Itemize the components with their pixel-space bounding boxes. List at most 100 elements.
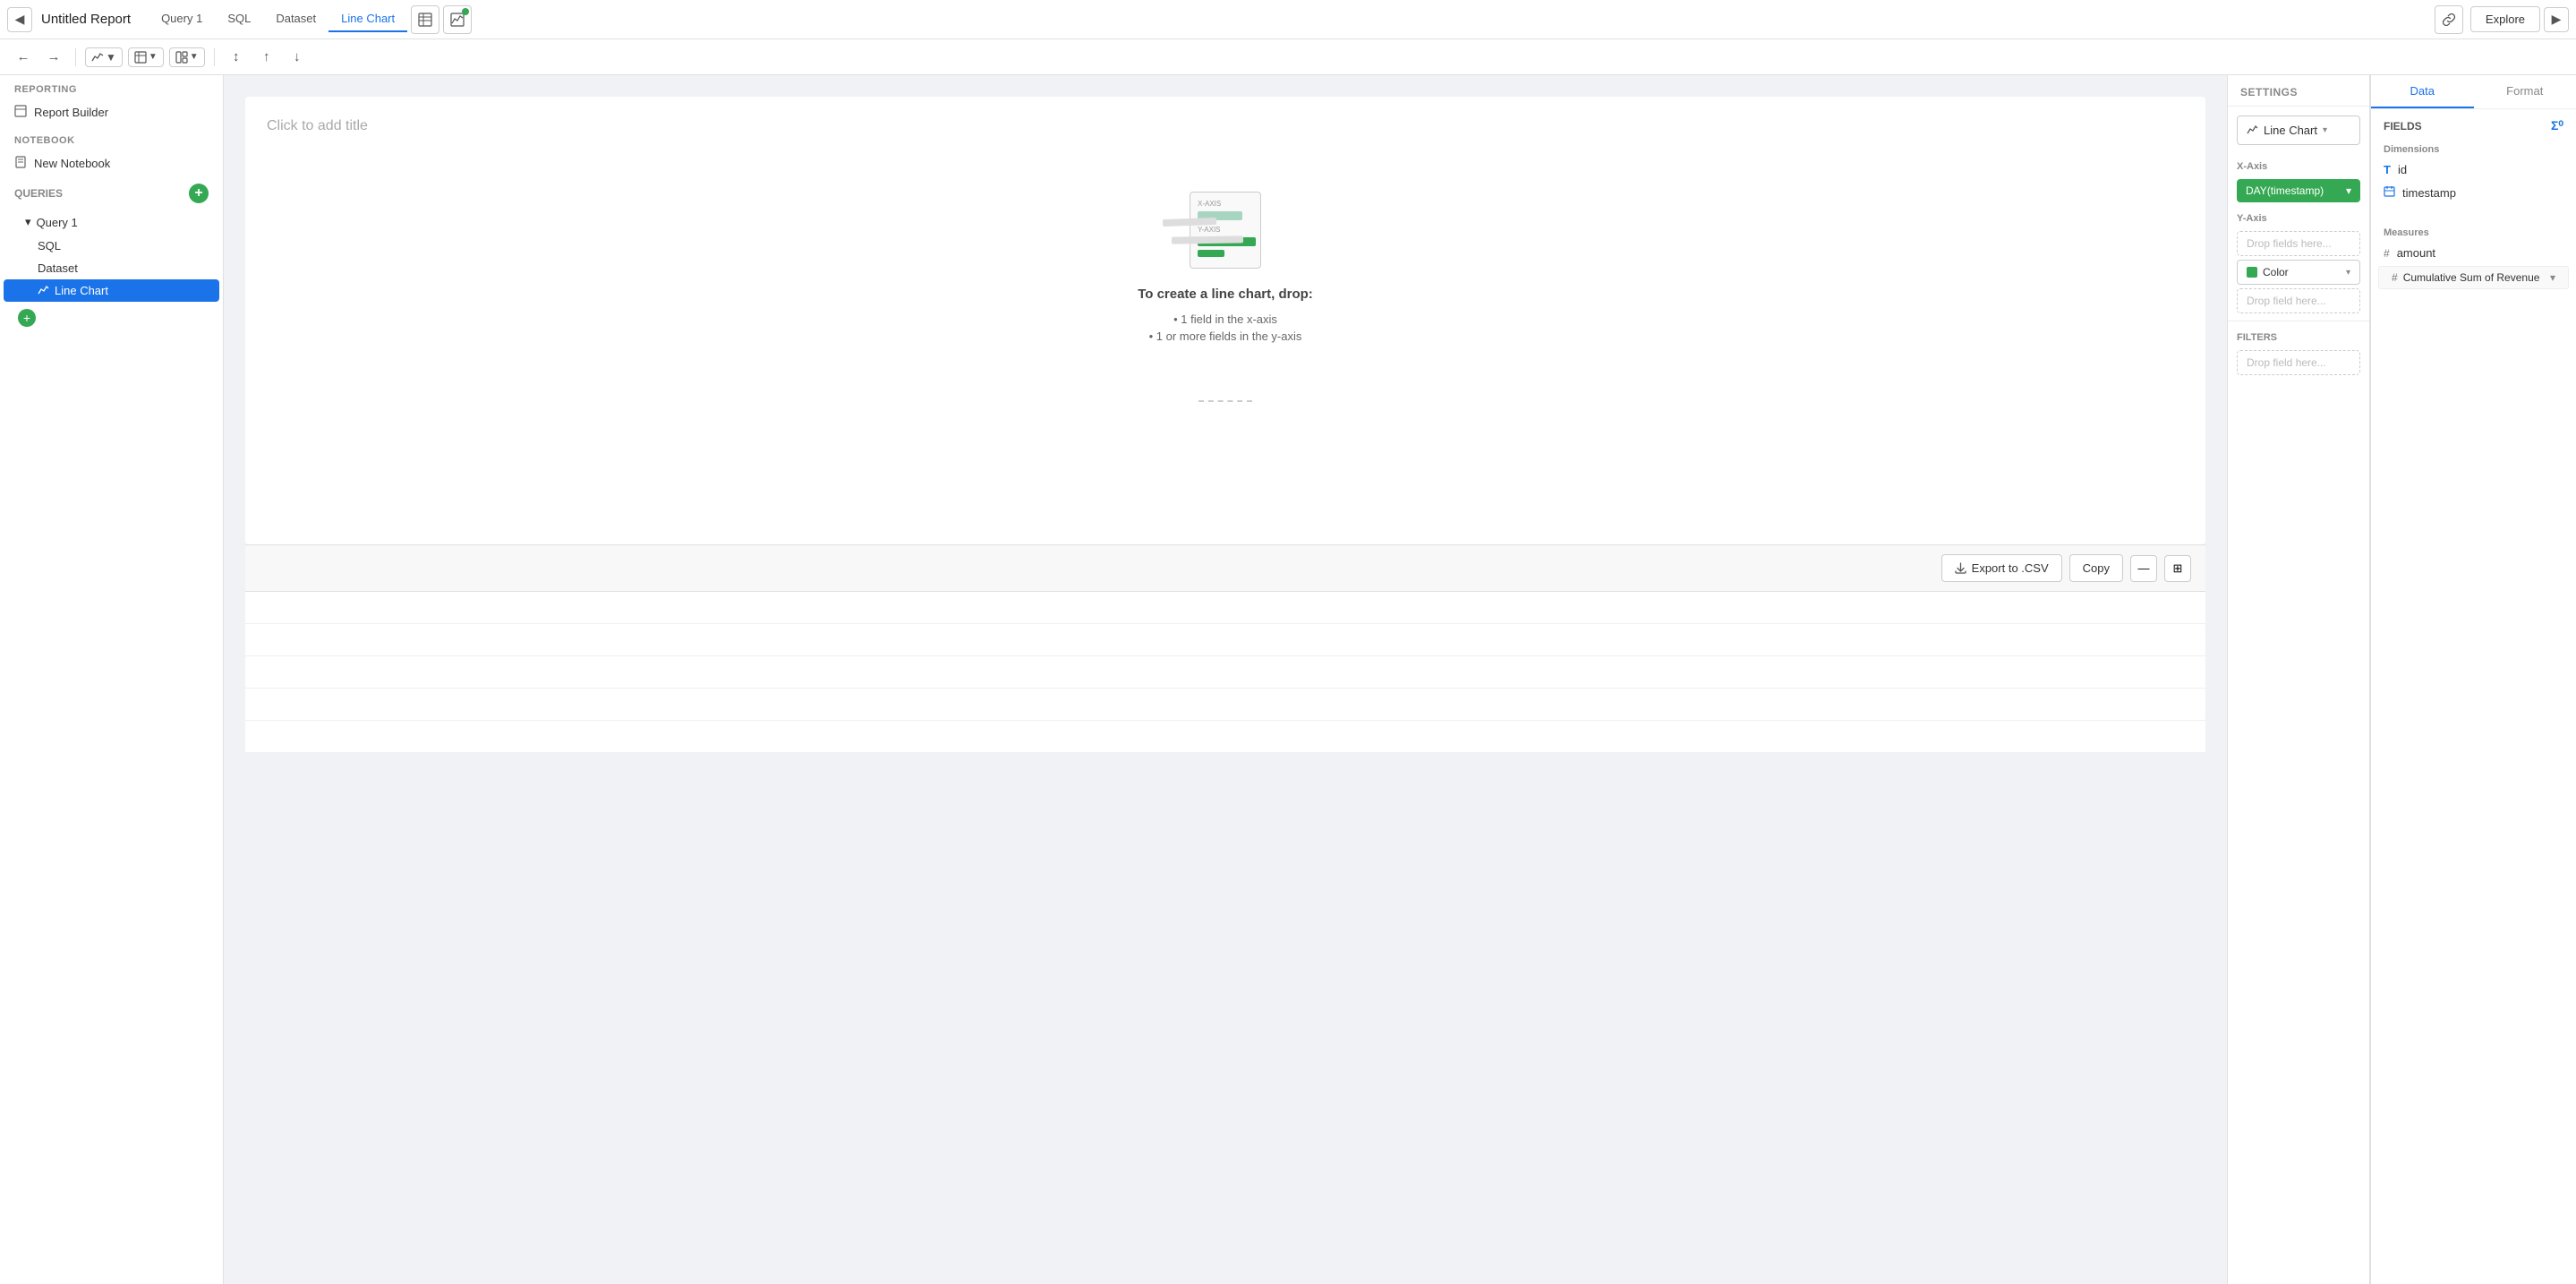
reporting-section-label: REPORTING [0, 75, 223, 98]
field-amount-label: amount [2397, 246, 2435, 260]
chart-instructions: To create a line chart, drop: • 1 field … [1138, 287, 1313, 347]
tab-sql[interactable]: SQL [215, 6, 263, 32]
minimize-button[interactable]: — [2130, 555, 2157, 582]
table-section [245, 591, 2205, 753]
chart-view-icon[interactable] [443, 5, 472, 34]
title-placeholder[interactable]: Click to add title [267, 118, 2184, 134]
query1-label: Query 1 [37, 216, 78, 229]
settings-filters-label: FILTERS [2228, 325, 2369, 347]
chart-placeholder: X-AXIS Y-AXIS To create a line [267, 156, 2184, 382]
resize-handle[interactable] [267, 400, 2184, 406]
table-row [245, 721, 2205, 753]
align-center[interactable]: ↕ [224, 45, 249, 70]
field-timestamp[interactable]: timestamp [2371, 181, 2576, 204]
link-icon[interactable] [2435, 5, 2463, 34]
sidebar-dataset[interactable]: Dataset [0, 257, 223, 279]
dimensions-label: Dimensions [2371, 139, 2576, 158]
settings-color-drop[interactable]: Drop field here... [2237, 288, 2360, 313]
export-csv-button[interactable]: Export to .CSV [1941, 554, 2062, 582]
chart-instruction-line1: • 1 field in the x-axis [1138, 312, 1313, 326]
fields-tabs: Data Format [2371, 75, 2576, 109]
content-area: Click to add title X-AXIS Y-A [224, 75, 2227, 1284]
canvas: Click to add title X-AXIS Y-A [224, 75, 2227, 1284]
tab-dataset[interactable]: Dataset [263, 6, 328, 32]
field-type-T-icon: T [2384, 163, 2391, 176]
queries-label: QUERIES [14, 187, 63, 200]
field-hash-icon: # [2384, 247, 2390, 260]
settings-panel: SETTINGS Line Chart ▾ X-Axis DAY(timesta… [2227, 75, 2370, 1284]
chart-instructions-heading: To create a line chart, drop: [1138, 287, 1313, 302]
yaxis-icon-label: Y-AXIS [1198, 226, 1253, 234]
sidebar-item-new-notebook[interactable]: New Notebook [0, 150, 223, 177]
sidebar: REPORTING Report Builder NOTEBOOK New No… [0, 75, 224, 1284]
settings-xaxis-chevron: ▾ [2346, 184, 2351, 197]
tab-query1[interactable]: Query 1 [149, 6, 215, 32]
chart-icon-box: X-AXIS Y-AXIS [1190, 192, 1261, 269]
expand-chevron-icon: ▾ [2550, 271, 2555, 284]
data-tab[interactable]: Data [2371, 75, 2474, 108]
sidebar-item-report-builder[interactable]: Report Builder [0, 98, 223, 126]
badge-dot [462, 8, 469, 15]
measures-label: Measures [2371, 222, 2576, 242]
table-type-dropdown[interactable]: ▼ [128, 47, 164, 67]
settings-chart-type-dropdown[interactable]: Line Chart ▾ [2237, 116, 2360, 145]
chart-instruction-line2: • 1 or more fields in the y-axis [1138, 330, 1313, 343]
copy-button[interactable]: Copy [2069, 554, 2123, 582]
sidebar-sql[interactable]: SQL [0, 235, 223, 257]
tabs-container: Query 1 SQL Dataset Line Chart [149, 5, 472, 34]
expand-icon: ⊞ [2173, 561, 2183, 576]
back-button[interactable]: ◀ [7, 7, 32, 32]
filters-section: FILTERS Drop field here... [2228, 321, 2369, 375]
sigma-icon: Σ⁰ [2551, 118, 2563, 133]
notebook-section-label: NOTEBOOK [0, 126, 223, 150]
navigate-back[interactable]: ← [11, 45, 36, 70]
settings-yaxis-drop[interactable]: Drop fields here... [2237, 231, 2360, 256]
settings-yaxis-label: Y-Axis [2228, 206, 2369, 227]
top-bar: ◀ Untitled Report Query 1 SQL Dataset Li… [0, 0, 2576, 39]
forward-button[interactable]: ▶ [2544, 7, 2569, 32]
settings-xaxis-dropdown[interactable]: DAY(timestamp) ▾ [2237, 179, 2360, 202]
fields-label: FIELDS [2384, 120, 2422, 133]
main-layout: REPORTING Report Builder NOTEBOOK New No… [0, 75, 2576, 1284]
report-builder-icon [14, 105, 27, 120]
settings-color-dropdown[interactable]: Color ▾ [2237, 260, 2360, 285]
align-top[interactable]: ↑ [254, 45, 279, 70]
table-view-icon[interactable] [411, 5, 439, 34]
field-id-label: id [2398, 163, 2407, 176]
field-type-cal-icon [2384, 185, 2395, 200]
sidebar-query1[interactable]: ▾ Query 1 [0, 210, 223, 235]
layout-dropdown[interactable]: ▼ [169, 47, 205, 67]
expand-button[interactable]: ⊞ [2164, 555, 2191, 582]
report-canvas: Click to add title X-AXIS Y-A [245, 97, 2205, 544]
add-query-button[interactable]: + [189, 184, 209, 203]
field-cumulative-label: Cumulative Sum of Revenue [2403, 271, 2540, 284]
chart-type-dropdown[interactable]: ▼ [85, 47, 123, 67]
field-cumulative-revenue[interactable]: # Cumulative Sum of Revenue ▾ [2378, 266, 2569, 289]
fields-header: FIELDS Σ⁰ [2371, 109, 2576, 139]
chart-icon: X-AXIS Y-AXIS [1190, 192, 1261, 269]
settings-header: SETTINGS [2228, 75, 2369, 107]
field-id[interactable]: T id [2371, 158, 2576, 181]
add-item-area: + [0, 302, 223, 334]
chevron-icon: ▾ [25, 215, 31, 229]
field-hash2-icon: # [2392, 271, 2398, 284]
format-tab[interactable]: Format [2474, 75, 2576, 108]
add-item-button[interactable]: + [18, 309, 36, 327]
settings-chart-type-label: Line Chart [2264, 124, 2317, 137]
toolbar2: ← → ▼ ▼ ▼ ↕ ↑ ↓ [0, 39, 2576, 75]
settings-chevron: ▾ [2323, 125, 2327, 135]
navigate-forward[interactable]: → [41, 45, 66, 70]
settings-filters-drop[interactable]: Drop field here... [2237, 350, 2360, 375]
field-amount[interactable]: # amount [2371, 242, 2576, 264]
sidebar-linechart[interactable]: Line Chart [4, 279, 219, 302]
report-builder-label: Report Builder [34, 106, 108, 119]
table-row [245, 689, 2205, 721]
field-timestamp-label: timestamp [2402, 186, 2456, 200]
align-bottom[interactable]: ↓ [285, 45, 310, 70]
settings-xaxis-label: X-Axis [2228, 154, 2369, 175]
explore-button[interactable]: Explore [2470, 6, 2540, 32]
tab-linechart[interactable]: Line Chart [328, 6, 407, 32]
settings-xaxis-value: DAY(timestamp) [2246, 184, 2324, 197]
table-row [245, 592, 2205, 624]
linechart-icon: Line Chart [38, 284, 209, 297]
